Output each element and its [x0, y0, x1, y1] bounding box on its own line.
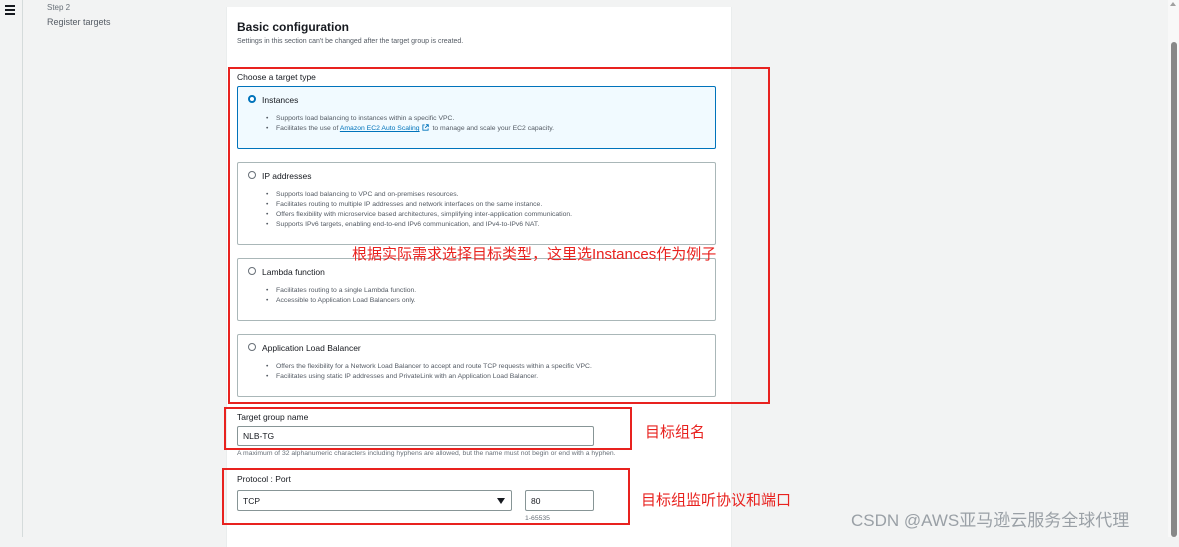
scroll-up-arrow-icon[interactable]: [1170, 2, 1176, 6]
step-register-targets[interactable]: Register targets: [47, 17, 111, 27]
scroll-thumb[interactable]: [1171, 42, 1177, 537]
annotation-box-target-type: [228, 67, 770, 404]
scrollbar[interactable]: [1168, 0, 1179, 537]
menu-icon[interactable]: [5, 5, 15, 15]
watermark: CSDN @AWS亚马逊云服务全球代理: [851, 511, 1130, 530]
step-label: Step 2: [47, 3, 71, 12]
section-title: Basic configuration: [237, 20, 350, 34]
section-description: Settings in this section can't be change…: [237, 38, 464, 45]
annotation-target-type: 根据实际需求选择目标类型，这里选Instances作为例子: [352, 246, 717, 263]
target-group-name-hint: A maximum of 32 alphanumeric characters …: [237, 450, 616, 457]
annotation-box-name: [224, 407, 632, 450]
annotation-name: 目标组名: [645, 424, 706, 441]
annotation-protocol: 目标组监听协议和端口: [641, 492, 792, 509]
annotation-box-protocol: [222, 468, 630, 525]
nav-divider: [22, 0, 23, 537]
